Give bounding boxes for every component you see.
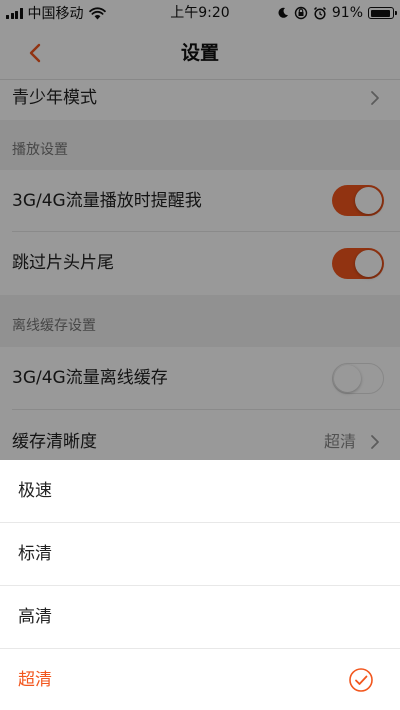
sheet-option-label: 极速 xyxy=(18,481,52,501)
sheet-option-label: 超清 xyxy=(18,670,52,690)
quality-picker-sheet: 极速 标清 高清 超清 xyxy=(0,460,400,710)
sheet-option-label: 标清 xyxy=(18,544,52,564)
sheet-option-high[interactable]: 高清 xyxy=(0,586,400,649)
sheet-option-ultra[interactable]: 超清 xyxy=(0,649,400,710)
sheet-option-fast[interactable]: 极速 xyxy=(0,460,400,523)
sheet-option-standard[interactable]: 标清 xyxy=(0,523,400,586)
sheet-option-label: 高清 xyxy=(18,607,52,627)
check-circle-icon xyxy=(349,668,373,692)
